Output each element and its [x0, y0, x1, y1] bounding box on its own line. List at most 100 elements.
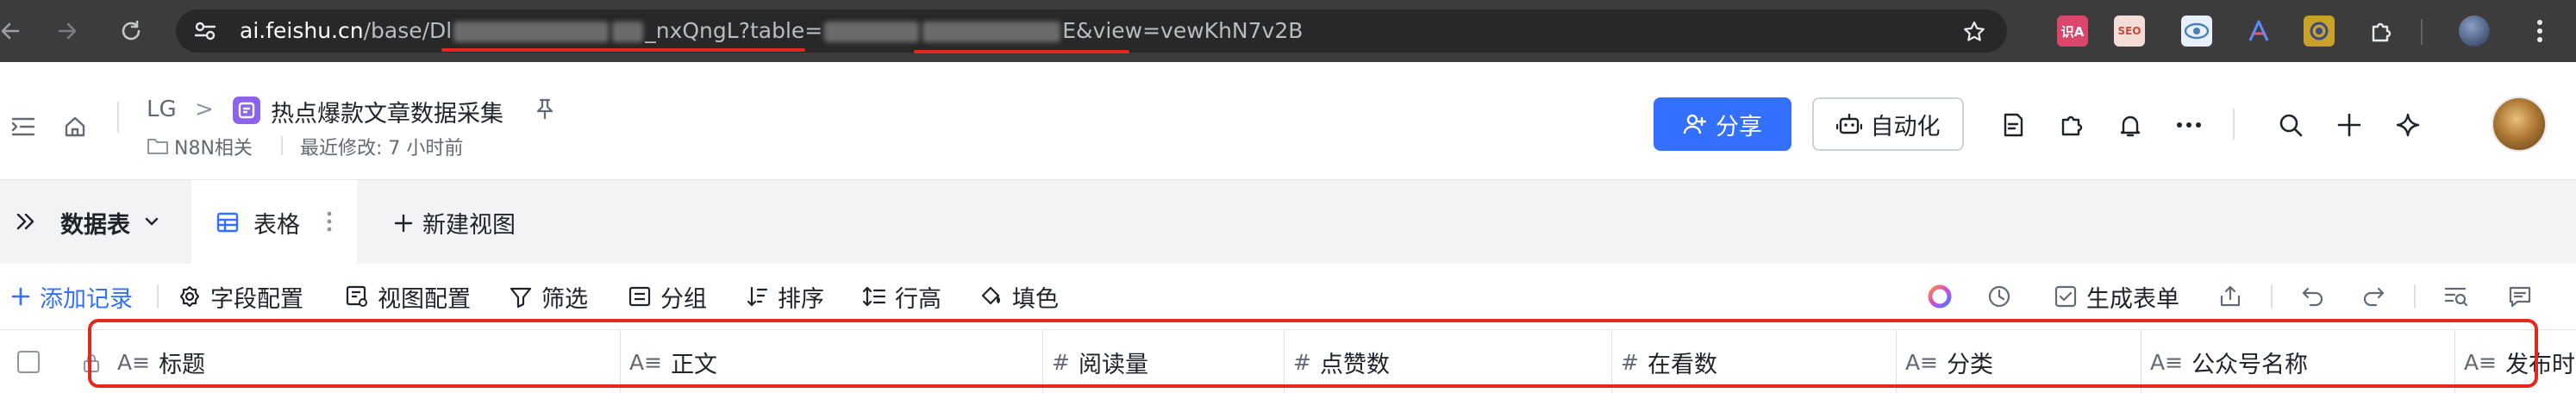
add-record-button[interactable]: 添加记录 — [10, 281, 133, 313]
group-button[interactable]: 分组 — [628, 281, 707, 313]
sidebar-toggle-button[interactable] — [9, 112, 38, 141]
view-config-button[interactable]: 视图配置 — [345, 281, 471, 313]
url-id-tail: E — [1062, 18, 1077, 43]
undo-button[interactable] — [2300, 281, 2326, 312]
filter-button[interactable]: 筛选 — [509, 281, 588, 313]
column-header[interactable]: # 在看数 — [1612, 330, 1897, 393]
automation-label: 自动化 — [1870, 113, 1941, 140]
column-header[interactable]: # 阅读量 — [1043, 330, 1285, 393]
column-label: 点赞数 — [1319, 351, 1390, 378]
pin-icon[interactable] — [533, 97, 557, 121]
column-label: 正文 — [671, 351, 718, 378]
back-button[interactable] — [0, 16, 26, 47]
profile-avatar[interactable] — [2459, 16, 2490, 47]
ai-assistant-button[interactable] — [1926, 281, 1954, 312]
url-text[interactable]: ai.feishu.cn/base/Dl _nxQngL?table= E&view… — [240, 9, 1303, 53]
notifications-button[interactable] — [2116, 110, 2145, 140]
history-button[interactable] — [1986, 281, 2012, 312]
column-header[interactable]: A≡ 分类 — [1897, 330, 2141, 393]
share-label: 分享 — [1716, 113, 1762, 140]
column-label: 在看数 — [1647, 351, 1717, 378]
text-field-icon: A≡ — [117, 349, 151, 375]
extensions-puzzle-icon[interactable] — [2366, 16, 2397, 47]
comments-button[interactable] — [2507, 281, 2533, 312]
home-icon — [65, 116, 85, 137]
column-label: 阅读量 — [1078, 351, 1148, 378]
row-height-icon — [862, 286, 886, 307]
search-button[interactable] — [2276, 110, 2305, 140]
address-bar[interactable]: ai.feishu.cn/base/Dl _nxQngL?table= E&view… — [176, 9, 2007, 53]
create-button[interactable] — [2335, 110, 2364, 140]
share-view-button[interactable] — [2217, 281, 2243, 312]
datatable-selector[interactable]: 数据表 — [60, 206, 130, 240]
column-header[interactable]: A≡ 公众号名称 — [2141, 330, 2455, 393]
more-horizontal-icon — [2177, 122, 2201, 128]
tab-more-icon[interactable] — [321, 208, 338, 235]
share-arrow-icon — [2220, 285, 2241, 307]
breadcrumb-root[interactable]: LG — [147, 97, 177, 122]
extension-seo-icon[interactable]: SEO — [2114, 16, 2145, 47]
redacted-token-2 — [612, 22, 644, 42]
number-field-icon: # — [1621, 349, 1639, 375]
doc-title[interactable]: 热点爆款文章数据采集 — [271, 95, 503, 128]
reload-icon — [122, 20, 141, 41]
reload-button[interactable] — [116, 16, 147, 47]
automation-button[interactable]: 自动化 — [1812, 97, 1964, 151]
column-label: 标题 — [159, 351, 206, 378]
text-field-icon: A≡ — [2464, 349, 2498, 375]
plus-icon — [2337, 113, 2361, 137]
column-header[interactable]: # 点赞数 — [1285, 330, 1612, 393]
extension-a-icon[interactable] — [2243, 16, 2274, 47]
user-avatar[interactable] — [2492, 97, 2547, 152]
forward-button[interactable] — [52, 16, 83, 47]
column-label: 公众号名称 — [2191, 351, 2309, 378]
new-view-button[interactable]: 新建视图 — [393, 206, 516, 240]
generate-form-button[interactable]: 生成表单 — [2054, 281, 2179, 313]
view-tab-bar: 数据表 表格 新建视图 — [0, 179, 2576, 265]
home-button[interactable] — [60, 112, 90, 141]
toolbar-divider — [2271, 284, 2273, 309]
double-chevron-right-icon[interactable] — [14, 209, 38, 234]
share-button[interactable]: 分享 — [1654, 97, 1791, 151]
redo-icon — [2363, 287, 2385, 307]
extension-gear-icon[interactable] — [2304, 16, 2335, 47]
view-settings-icon — [346, 285, 367, 307]
tab-grid-view[interactable]: 表格 — [191, 180, 357, 265]
column-header[interactable]: A≡ 发布时间 — [2455, 330, 2576, 393]
paint-bucket-icon — [981, 286, 1000, 305]
redo-button[interactable] — [2360, 281, 2386, 312]
folder-icon — [147, 139, 168, 154]
extension-eye-icon[interactable] — [2181, 16, 2212, 47]
plugins-button[interactable] — [2057, 110, 2086, 140]
ai-ring-icon — [1928, 284, 1952, 309]
field-config-button[interactable]: 字段配置 — [178, 281, 303, 313]
select-all-checkbox[interactable] — [17, 351, 40, 373]
folder-name[interactable]: N8N相关 — [174, 133, 253, 160]
sparkle-icon — [2396, 113, 2420, 137]
search-records-button[interactable] — [2443, 281, 2469, 312]
site-info-icon[interactable] — [193, 19, 217, 43]
extension-translate-icon[interactable]: 识A — [2057, 16, 2088, 47]
chevron-down-icon[interactable] — [143, 213, 160, 230]
add-user-icon — [1683, 114, 1707, 134]
doc-info-button[interactable] — [1998, 110, 2028, 140]
comment-icon — [2509, 286, 2531, 308]
column-header[interactable]: A≡ 正文 — [621, 330, 1043, 393]
header-divider — [117, 102, 119, 133]
toolbar-divider — [2414, 284, 2416, 309]
gear-icon — [179, 285, 200, 308]
url-token-tail: _nxQngL — [645, 18, 739, 43]
bookmark-star-icon[interactable] — [1962, 20, 1986, 44]
url-query-table: ?table= — [738, 18, 823, 43]
text-field-icon: A≡ — [2150, 349, 2184, 375]
more-button[interactable] — [2174, 110, 2204, 140]
fill-color-button[interactable]: 填色 — [979, 281, 1059, 313]
column-header[interactable]: A≡ 标题 — [109, 330, 621, 393]
clock-history-icon — [1988, 285, 2010, 308]
row-height-button[interactable]: 行高 — [862, 281, 941, 313]
sort-button[interactable]: 排序 — [745, 281, 824, 313]
number-field-icon: # — [1293, 349, 1311, 375]
browser-menu-button[interactable] — [2524, 16, 2555, 47]
ai-assistant-button[interactable] — [2393, 110, 2423, 140]
browser-toolbar: ai.feishu.cn/base/Dl _nxQngL?table= E&view… — [0, 0, 2576, 62]
